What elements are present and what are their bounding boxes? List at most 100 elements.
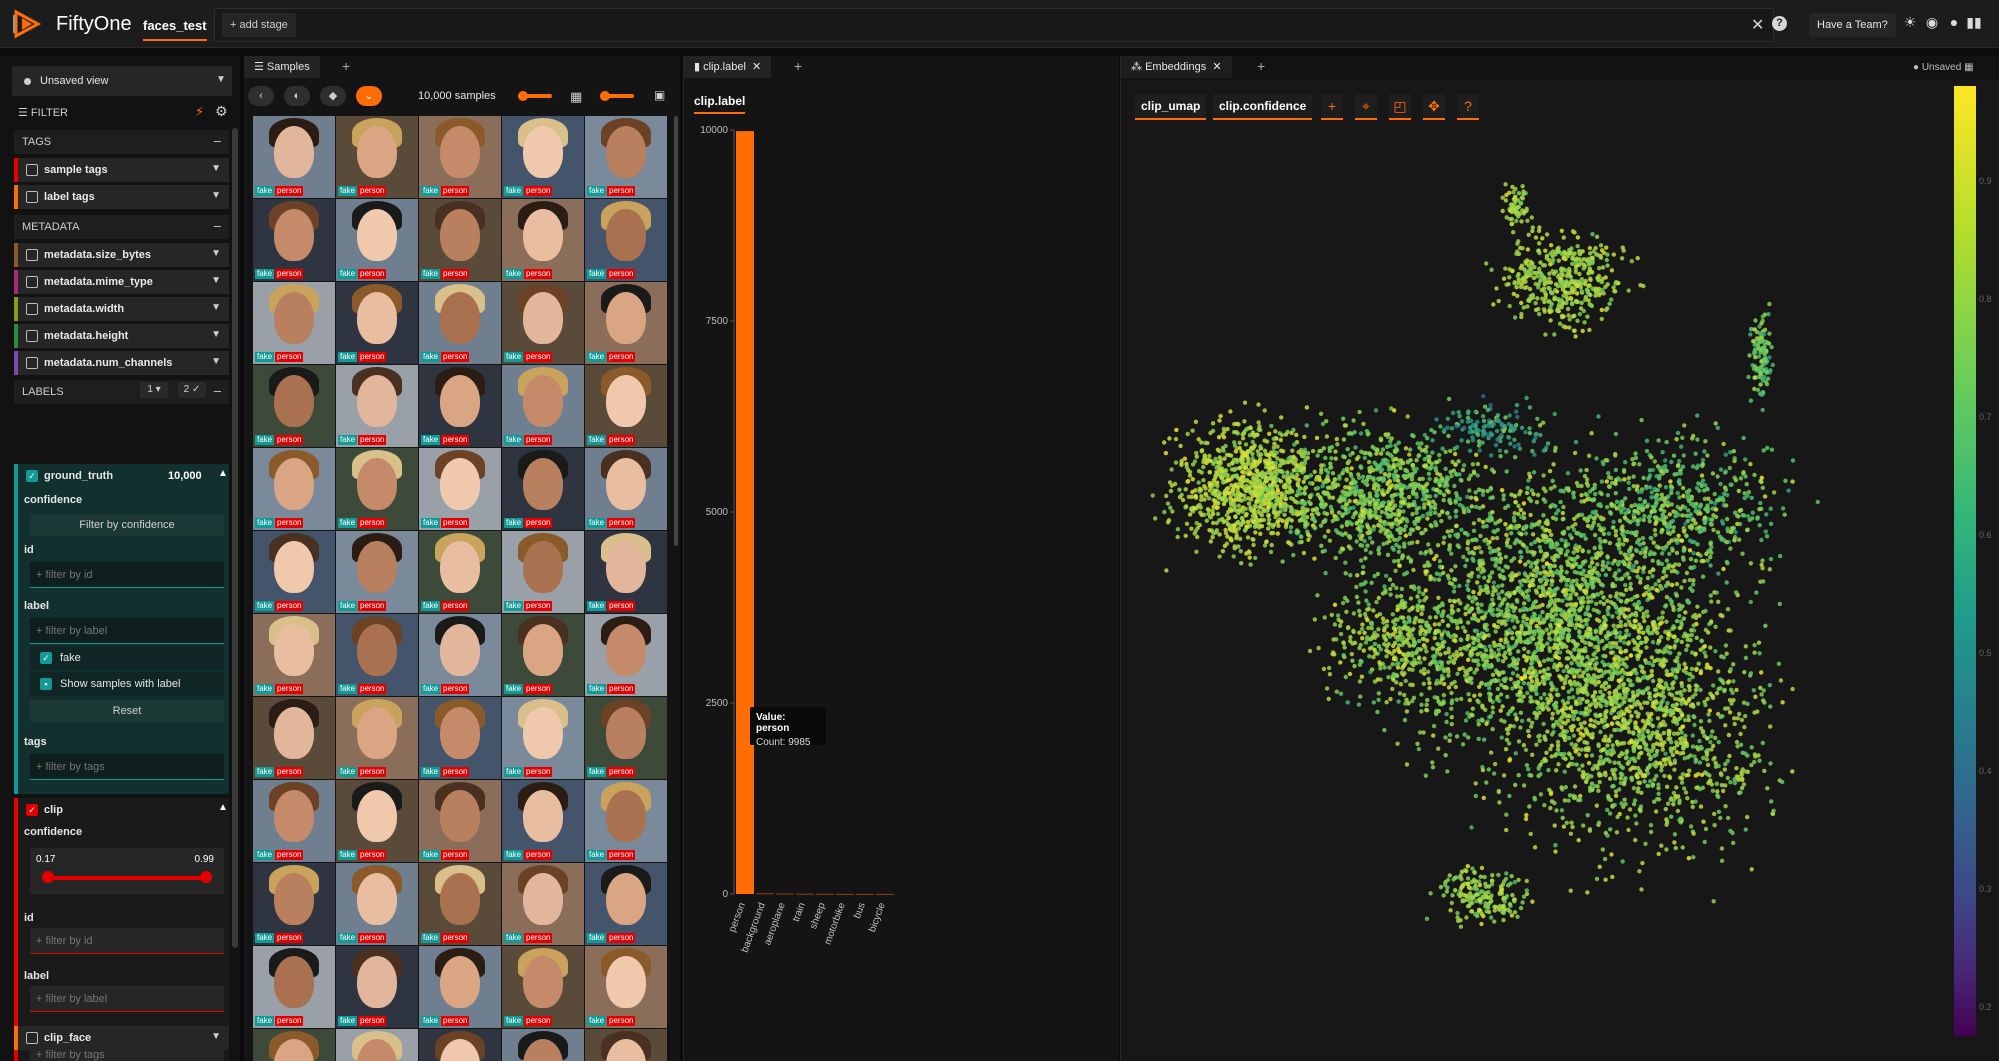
embedding-point[interactable] [1197,522,1202,528]
embedding-point[interactable] [1384,540,1390,545]
embedding-point[interactable] [1657,677,1662,683]
embedding-point[interactable] [1373,509,1378,514]
embedding-point[interactable] [1635,605,1640,610]
embedding-point[interactable] [1248,562,1253,567]
embedding-point[interactable] [1558,499,1563,505]
embedding-point[interactable] [1674,785,1679,790]
embedding-point[interactable] [1553,511,1559,516]
embedding-point[interactable] [1535,700,1540,705]
embedding-point[interactable] [1602,856,1608,862]
embedding-point[interactable] [1302,516,1307,521]
embedding-point[interactable] [1276,500,1281,506]
embedding-point[interactable] [1175,527,1181,532]
embedding-point[interactable] [1616,546,1622,551]
embedding-point[interactable] [1524,812,1529,818]
embedding-point[interactable] [1364,498,1369,504]
embedding-point[interactable] [1495,694,1500,700]
embedding-point[interactable] [1194,454,1199,459]
embedding-point[interactable] [1363,589,1368,594]
embedding-point[interactable] [1496,788,1501,794]
embedding-point[interactable] [1592,545,1597,551]
chevron-down-icon[interactable]: ▼ [211,1031,221,1042]
checkbox[interactable] [26,357,38,369]
embedding-point[interactable] [1661,730,1667,736]
embedding-point[interactable] [1606,612,1611,617]
embedding-point[interactable] [1566,695,1572,701]
embedding-point[interactable] [1433,493,1438,498]
embedding-point[interactable] [1470,706,1475,711]
embedding-point[interactable] [1584,667,1589,673]
embedding-point[interactable] [1301,550,1307,556]
slider-track[interactable] [48,876,206,880]
embedding-point[interactable] [1325,485,1331,490]
embedding-point[interactable] [1543,581,1548,587]
sample-thumbnail[interactable]: fakeperson [253,116,335,198]
embedding-point[interactable] [1716,794,1721,800]
label-filter-field[interactable] [30,986,224,1012]
embedding-point[interactable] [1546,613,1552,618]
embedding-point[interactable] [1577,668,1582,673]
embedding-point[interactable] [1249,518,1254,523]
embedding-point[interactable] [1531,618,1536,624]
embedding-point[interactable] [1571,550,1576,555]
embedding-point[interactable] [1675,637,1680,643]
embedding-point[interactable] [1393,568,1398,573]
embedding-point[interactable] [1373,408,1379,413]
embedding-point[interactable] [1348,452,1353,458]
embedding-point[interactable] [1577,767,1582,772]
embedding-point[interactable] [1428,574,1433,579]
collapse-icon[interactable]: – [214,218,221,233]
embedding-point[interactable] [1447,545,1452,551]
embedding-point[interactable] [1479,602,1484,607]
embedding-point[interactable] [1256,402,1261,407]
embedding-point[interactable] [1512,493,1517,499]
embedding-point[interactable] [1395,741,1400,746]
embedding-point[interactable] [1440,509,1445,514]
embedding-point[interactable] [1584,588,1589,593]
embedding-point[interactable] [1375,476,1381,481]
embedding-point[interactable] [1500,704,1505,709]
embedding-point[interactable] [1466,735,1471,740]
embedding-point[interactable] [1378,523,1383,528]
embedding-point[interactable] [1392,474,1397,479]
embedding-point[interactable] [1609,852,1614,857]
histogram-bar[interactable] [816,893,834,895]
embedding-point[interactable] [1550,716,1555,721]
embedding-point[interactable] [1396,511,1402,517]
label-filter-input[interactable] [30,618,224,644]
id-filter-input[interactable] [30,562,224,588]
embedding-point[interactable] [1374,493,1379,498]
embedding-point[interactable] [1229,538,1234,543]
embedding-point[interactable] [1564,664,1570,669]
embedding-point[interactable] [1298,464,1303,469]
embedding-point[interactable] [1366,459,1372,465]
embedding-point[interactable] [1629,713,1634,719]
embedding-point[interactable] [1364,429,1370,434]
embedding-point[interactable] [1228,495,1233,500]
embedding-point[interactable] [1185,431,1190,437]
embedding-point[interactable] [1675,731,1680,736]
embedding-point[interactable] [1466,692,1471,697]
embedding-point[interactable] [1466,587,1471,593]
embedding-point[interactable] [1518,725,1523,730]
embedding-point[interactable] [1417,505,1422,510]
embedding-point[interactable] [1396,549,1401,554]
embedding-point[interactable] [1433,510,1438,515]
embedding-point[interactable] [1577,585,1583,590]
embedding-point[interactable] [1545,641,1550,646]
embedding-point[interactable] [1603,877,1608,882]
embedding-point[interactable] [1453,514,1459,519]
embedding-point[interactable] [1365,530,1370,536]
embedding-point[interactable] [1767,683,1772,688]
embedding-point[interactable] [1391,464,1396,469]
embedding-point[interactable] [1207,483,1212,489]
embedding-point[interactable] [1415,539,1420,545]
tags-filter-field[interactable] [30,754,224,780]
embedding-point[interactable] [1467,698,1472,703]
embedding-point[interactable] [1373,513,1378,518]
embedding-point[interactable] [1624,656,1629,661]
checkbox[interactable]: ✓ [40,652,52,664]
embedding-point[interactable] [1385,552,1391,558]
embedding-point[interactable] [1670,685,1675,691]
embedding-point[interactable] [1271,530,1276,536]
